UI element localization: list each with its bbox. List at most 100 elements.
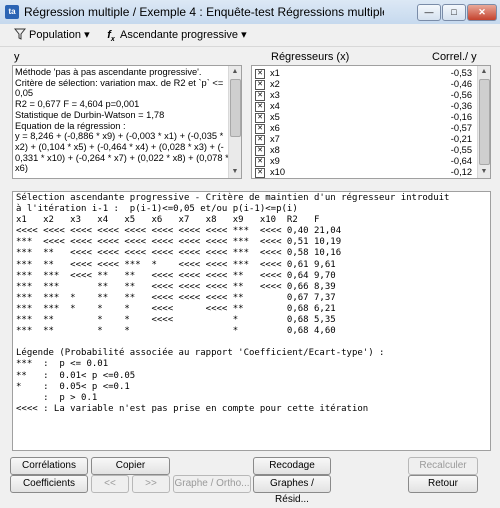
regressors-scrollbar[interactable]: ▲ ▼ — [477, 66, 490, 178]
correlations-button[interactable]: Corrélations — [10, 457, 88, 475]
output-line: Légende (Probabilité associée au rapport… — [16, 348, 385, 359]
output-line: *** ** * * * 0,68 4,60 — [16, 326, 336, 337]
regressor-correlation: -0,55 — [450, 145, 472, 155]
checkbox-checked-icon[interactable]: ✕ — [255, 102, 265, 112]
checkbox-checked-icon[interactable]: ✕ — [255, 135, 265, 145]
checkbox-checked-icon[interactable]: ✕ — [255, 157, 265, 167]
output-line: *** : p <= 0.01 — [16, 359, 109, 370]
graph-ortho-button[interactable]: Graphe / Ortho... — [173, 475, 251, 493]
summary-scrollbar[interactable]: ▲ ▼ — [228, 66, 241, 178]
regressor-correlation: -0,64 — [450, 156, 472, 166]
checkbox-checked-icon[interactable]: ✕ — [255, 80, 265, 90]
regressor-row[interactable]: ✕ x8 -0,55 — [254, 145, 472, 156]
app-icon: ta — [5, 5, 19, 19]
regressor-row[interactable]: ✕ x7 -0,21 — [254, 134, 472, 145]
output-line: Sélection ascendante progressive - Critè… — [16, 193, 450, 203]
method-menu[interactable]: fx Ascendante progressive ▾ — [104, 27, 247, 43]
output-line: <<<< <<<< <<<< <<<< <<<< <<<< <<<< <<<< … — [16, 226, 342, 237]
regressor-row[interactable]: ✕ x5 -0,16 — [254, 112, 472, 123]
checkbox-checked-icon[interactable]: ✕ — [255, 69, 265, 79]
checkbox-checked-icon[interactable]: ✕ — [255, 113, 265, 123]
graphs-residuals-button[interactable]: Graphes / Résid... — [253, 475, 331, 505]
checkbox-checked-icon[interactable]: ✕ — [255, 168, 265, 178]
scroll-up-icon[interactable]: ▲ — [229, 66, 241, 78]
scroll-up-icon[interactable]: ▲ — [478, 66, 490, 78]
regressor-name: x7 — [270, 134, 280, 144]
output-line: * : 0.05< p <=0.1 — [16, 381, 130, 392]
output-line: *** ** <<<< <<<< <<<< <<<< <<<< <<<< ***… — [16, 248, 342, 259]
regressor-correlation: -0,21 — [450, 134, 472, 144]
function-icon: fx — [107, 29, 115, 44]
output-line: *** <<<< <<<< <<<< <<<< <<<< <<<< <<<< *… — [16, 237, 342, 248]
regressors-header: Régresseurs (x) — [271, 51, 350, 63]
summary-header: y — [14, 51, 20, 63]
regressor-name: x1 — [270, 68, 280, 78]
summary-line: x6) — [15, 163, 28, 174]
regressor-row[interactable]: ✕ x2 -0,46 — [254, 79, 472, 90]
regressor-correlation: -0,36 — [450, 101, 472, 111]
regressor-row[interactable]: ✕ x4 -0,36 — [254, 101, 472, 112]
title-bar: ta Régression multiple / Exemple 4 : Enq… — [0, 0, 500, 25]
checkbox-checked-icon[interactable]: ✕ — [255, 91, 265, 101]
close-button[interactable]: ✕ — [467, 4, 497, 21]
regressor-name: x6 — [270, 123, 280, 133]
population-label: Population — [29, 29, 81, 41]
chevron-down-icon: ▾ — [241, 29, 247, 41]
recode-button[interactable]: Recodage — [253, 457, 331, 475]
scroll-thumb[interactable] — [479, 79, 490, 165]
summary-line: Statistique de Durbin-Watson = 1,78 — [15, 109, 165, 120]
checkbox-checked-icon[interactable]: ✕ — [255, 146, 265, 156]
output-line: ** : 0.01< p <=0.05 — [16, 370, 136, 381]
regressor-row[interactable]: ✕ x10 -0,12 — [254, 167, 472, 178]
regressor-name: x9 — [270, 156, 280, 166]
output-line: *** *** * * * <<<< <<<< ** 0,68 6,21 — [16, 303, 336, 314]
filter-icon — [13, 28, 27, 40]
results-output[interactable]: Sélection ascendante progressive - Critè… — [12, 191, 491, 451]
summary-line: Critère de sélection: variation max. de … — [15, 77, 224, 88]
regressors-panel[interactable]: ✕ x1 -0,53 ✕ x2 -0,46 ✕ x3 -0,56 ✕ x4 -0,36 ✕ x5 -0,16… — [251, 65, 491, 179]
checkbox-checked-icon[interactable]: ✕ — [255, 124, 265, 134]
population-menu[interactable]: Population ▾ — [13, 27, 90, 43]
output-line: *** ** <<<< <<<< *** * <<<< <<<< *** <<<… — [16, 259, 336, 270]
scroll-down-icon[interactable]: ▼ — [478, 166, 490, 178]
back-button[interactable]: Retour — [408, 475, 478, 493]
copy-button[interactable]: Copier — [91, 457, 170, 475]
minimize-button[interactable]: — — [417, 4, 441, 21]
regressor-name: x2 — [270, 79, 280, 89]
regressor-correlation: -0,16 — [450, 112, 472, 122]
summary-line: y = 8,246 + (-0,886 * x9) + (-0,003 * x1… — [15, 131, 224, 142]
regressor-correlation: -0,57 — [450, 123, 472, 133]
regressor-row[interactable]: ✕ x6 -0,57 — [254, 123, 472, 134]
regressor-row[interactable]: ✕ x1 -0,53 — [254, 68, 472, 79]
regressor-correlation: -0,56 — [450, 90, 472, 100]
summary-line: 0,331 * x10) + (-0,264 * x7) + (0,022 * … — [15, 152, 229, 163]
regressor-row[interactable]: ✕ x9 -0,64 — [254, 156, 472, 167]
regressor-name: x4 — [270, 101, 280, 111]
regressor-correlation: -0,53 — [450, 68, 472, 78]
summary-panel[interactable]: Méthode 'pas à pas ascendante progressiv… — [12, 65, 242, 179]
summary-line: 0,05 — [15, 88, 34, 99]
regressor-name: x10 — [270, 167, 285, 177]
chevron-down-icon: ▾ — [84, 29, 90, 41]
output-line: *** ** * * <<<< * 0,68 5,35 — [16, 315, 336, 326]
next-button[interactable]: >> — [132, 475, 170, 493]
recalculate-button[interactable]: Recalculer — [408, 457, 478, 475]
previous-button[interactable]: << — [91, 475, 129, 493]
correlation-header: Correl./ y — [432, 51, 477, 63]
output-line: <<<< : La variable n'est pas prise en co… — [16, 403, 369, 414]
summary-line: Equation de la régression : — [15, 120, 126, 131]
regressor-row[interactable]: ✕ x3 -0,56 — [254, 90, 472, 101]
scroll-down-icon[interactable]: ▼ — [229, 166, 241, 178]
maximize-button[interactable]: □ — [442, 4, 466, 21]
toolbar: Population ▾ fx Ascendante progressive ▾ — [0, 24, 500, 47]
regressor-name: x8 — [270, 145, 280, 155]
scroll-thumb[interactable] — [230, 79, 241, 137]
coefficients-button[interactable]: Coefficients — [10, 475, 88, 493]
output-line: *** *** <<<< ** ** <<<< <<<< <<<< ** <<<… — [16, 270, 336, 281]
output-line: *** *** * ** ** <<<< <<<< <<<< ** 0,67 7… — [16, 292, 336, 303]
window-title: Régression multiple / Exemple 4 : Enquêt… — [24, 5, 384, 19]
output-line: : p > 0.1 — [16, 392, 98, 403]
method-label: Ascendante progressive — [120, 29, 239, 41]
output-line: *** *** ** ** <<<< <<<< <<<< ** <<<< 0,6… — [16, 281, 336, 292]
